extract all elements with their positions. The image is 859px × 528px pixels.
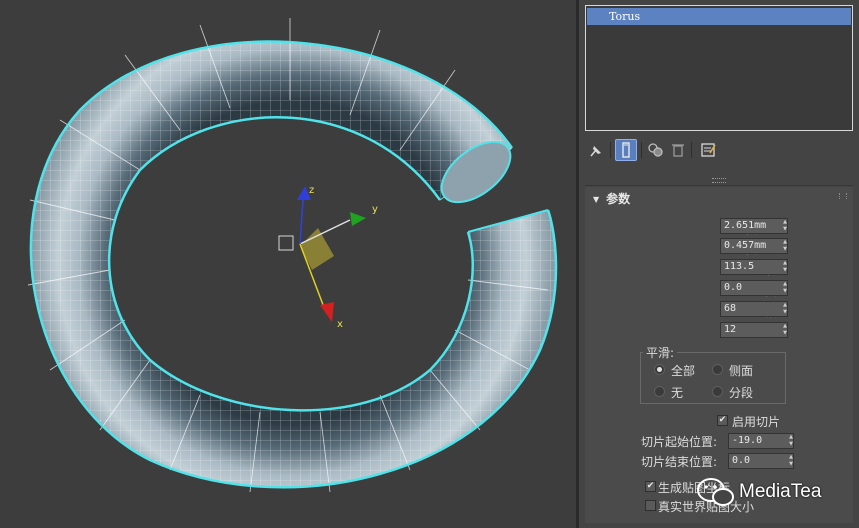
- pin-icon[interactable]: [585, 139, 607, 161]
- y-axis-arrow: [350, 212, 366, 226]
- watermark: MediaTea: [695, 475, 855, 511]
- param-sides: 边数: 12 ▲▼: [585, 322, 853, 340]
- x-axis-label: x: [337, 319, 343, 330]
- smooth-none-label: 无: [671, 386, 684, 400]
- param-radius2: 半径 2: 0.457mm ▲▼: [585, 238, 853, 256]
- slice-on-checkbox[interactable]: ✔: [717, 415, 728, 426]
- parameters-rollout-header[interactable]: ▼ 参数: [593, 190, 630, 207]
- modifier-stack-item-torus[interactable]: Torus: [587, 8, 851, 25]
- radius1-spinner[interactable]: ▲ ▼: [781, 219, 789, 233]
- make-unique-icon[interactable]: [645, 139, 667, 161]
- slice-to-label: 切片结束位置:: [641, 455, 718, 469]
- parameters-rollout: ▼参数 半径 1: 2.651mm ▲▼ 半径 2: 0.457mm ▲▼ 旋转…: [585, 187, 853, 523]
- rotation-spinner[interactable]: ▲ ▼: [781, 260, 789, 274]
- smooth-all-label: 全部: [671, 364, 696, 378]
- panel-resize-grip[interactable]: [712, 178, 726, 183]
- smooth-sides-radio[interactable]: [712, 364, 723, 375]
- sides-field[interactable]: 12: [720, 322, 788, 338]
- slice-from-label: 切片起始位置:: [641, 435, 718, 449]
- pivot-box: [278, 235, 294, 251]
- twist-field[interactable]: 0.0: [720, 280, 788, 296]
- viewport-perspective[interactable]: y z x: [0, 0, 576, 528]
- slice-to-spinner[interactable]: ▲ ▼: [787, 454, 795, 468]
- torus-render[interactable]: y z x: [0, 0, 576, 528]
- sides-spinner[interactable]: ▲ ▼: [781, 323, 789, 337]
- z-axis-label: z: [309, 185, 314, 196]
- modifier-stack-toolbar: [585, 139, 853, 163]
- real-world-checkbox[interactable]: [645, 500, 656, 511]
- param-radius1: 半径 1: 2.651mm ▲▼: [585, 218, 853, 236]
- panel-divider: [585, 185, 853, 186]
- smooth-group-label: 平滑:: [643, 344, 678, 361]
- configure-icon[interactable]: [697, 139, 719, 161]
- segments-field[interactable]: 68: [720, 301, 788, 317]
- y-axis-label: y: [372, 204, 378, 215]
- radius1-field[interactable]: 2.651mm: [720, 218, 788, 234]
- rotation-field[interactable]: 113.5: [720, 259, 788, 275]
- smooth-sides-label: 侧面: [729, 364, 754, 378]
- smooth-all-radio[interactable]: [654, 364, 665, 375]
- smooth-segments-label: 分段: [729, 386, 754, 400]
- toolbar-separator: [641, 142, 642, 158]
- modifier-stack-list[interactable]: Torus: [585, 5, 853, 131]
- radius2-field[interactable]: 0.457mm: [720, 238, 788, 254]
- watermark-text: MediaTea: [739, 481, 822, 502]
- smooth-none-radio[interactable]: [654, 386, 665, 397]
- gen-mapping-checkbox[interactable]: ✔: [645, 481, 656, 492]
- gizmo-plane: [300, 228, 334, 270]
- collapse-triangle-icon[interactable]: ▼: [593, 195, 599, 204]
- slice-from-spinner[interactable]: ▲ ▼: [787, 434, 795, 448]
- toolbar-separator: [691, 142, 692, 158]
- wechat-logo-icon: [697, 478, 734, 506]
- radius2-spinner[interactable]: ▲ ▼: [781, 239, 789, 253]
- twist-spinner[interactable]: ▲ ▼: [781, 281, 789, 295]
- param-twist: 扭曲: 0.0 ▲▼: [585, 280, 853, 298]
- x-axis-arrow: [320, 302, 334, 322]
- slice-from-field[interactable]: -19.0: [728, 433, 794, 449]
- param-segments: 分段: 68 ▲▼: [585, 301, 853, 319]
- toolbar-separator: [610, 142, 611, 158]
- segments-spinner[interactable]: ▲ ▼: [781, 302, 789, 316]
- slice-to-field[interactable]: 0.0: [728, 453, 794, 469]
- transform-gizmo[interactable]: y z x: [278, 185, 378, 330]
- modifier-stack-icon[interactable]: [615, 139, 637, 161]
- delete-modifier-icon[interactable]: [667, 139, 689, 161]
- param-rotation: 旋转: 113.5 ▲▼: [585, 259, 853, 277]
- command-panel: Torus ▼参数 半径 1: 2.651mm ▲▼: [579, 0, 859, 528]
- slice-on-label: 启用切片: [732, 415, 781, 429]
- rollout-drag-handle[interactable]: [839, 193, 847, 199]
- torus-mesh[interactable]: [27, 18, 558, 493]
- smooth-segments-radio[interactable]: [712, 386, 723, 397]
